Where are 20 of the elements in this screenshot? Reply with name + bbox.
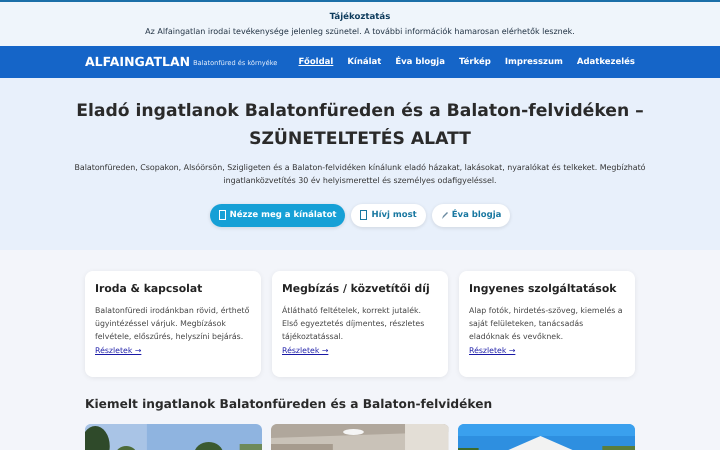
brand-logo[interactable]: ALFAINGATLAN [85,52,190,72]
hero-title: Eladó ingatlanok Balatonfüreden és a Balaton-felvidéken – SZÜNETELTETÉS ALATT [75,100,645,151]
card-title: Iroda & kapcsolat [95,283,204,296]
missing-glyph-icon [218,210,226,220]
nav-link[interactable]: Impresszum [504,56,563,68]
notice-text: Az Alfaingatlan irodai tevékenysége jelenleg szünetel. A további információk hamarosan elérhetők lesznek. [145,26,575,38]
nav-link[interactable]: Főoldal [298,56,334,68]
hero-button[interactable]: Éva blogja [432,204,510,227]
missing-glyph-icon [360,210,368,220]
section-title: Kiemelt ingatlanok Balatonfüreden és a Balaton-felvidéken [85,397,494,412]
nav-link[interactable]: Adatkezelés [576,56,635,68]
notice-title: Tájékoztatás [330,11,390,24]
nav-link[interactable]: Térkép [458,56,491,68]
hero-button[interactable]: Hívj most [351,204,426,227]
pencil-icon [440,210,448,220]
hero-button[interactable]: Nézze meg a kínálatot [210,204,346,227]
card-title: Ingyenes szolgáltatások [469,283,618,296]
nav-link[interactable]: Éva blogja [395,56,445,68]
nav-link[interactable]: Kínálat [347,56,382,68]
card-title: Megbízás / közvetítői díj [282,283,431,296]
